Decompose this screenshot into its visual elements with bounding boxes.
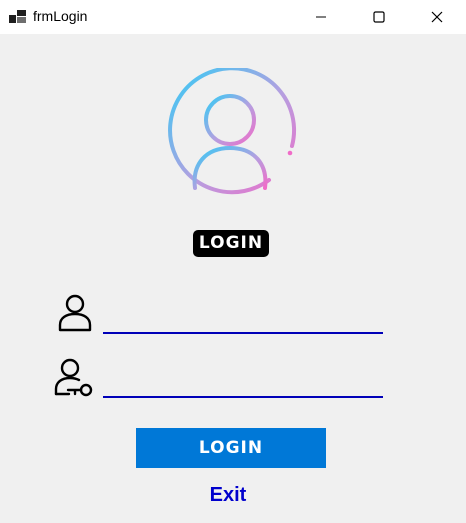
maximize-button[interactable] — [356, 0, 402, 34]
minimize-button[interactable] — [298, 0, 344, 34]
minimize-icon — [316, 16, 326, 18]
login-window: frmLogin LOGIN LOGIN Exit — [0, 0, 466, 523]
title-bar[interactable]: frmLogin — [0, 0, 466, 34]
window-title: frmLogin — [33, 8, 88, 24]
user-icon — [58, 294, 92, 332]
user-circle-icon — [168, 68, 296, 195]
exit-link[interactable]: Exit — [0, 484, 456, 507]
password-field[interactable] — [103, 376, 383, 398]
app-icon — [9, 10, 26, 23]
username-field[interactable] — [103, 312, 383, 334]
close-icon — [431, 11, 443, 23]
user-key-icon — [54, 358, 93, 397]
maximize-icon — [373, 11, 385, 23]
login-heading-badge: LOGIN — [193, 230, 269, 257]
close-button[interactable] — [414, 0, 460, 34]
login-button[interactable]: LOGIN — [136, 428, 326, 468]
